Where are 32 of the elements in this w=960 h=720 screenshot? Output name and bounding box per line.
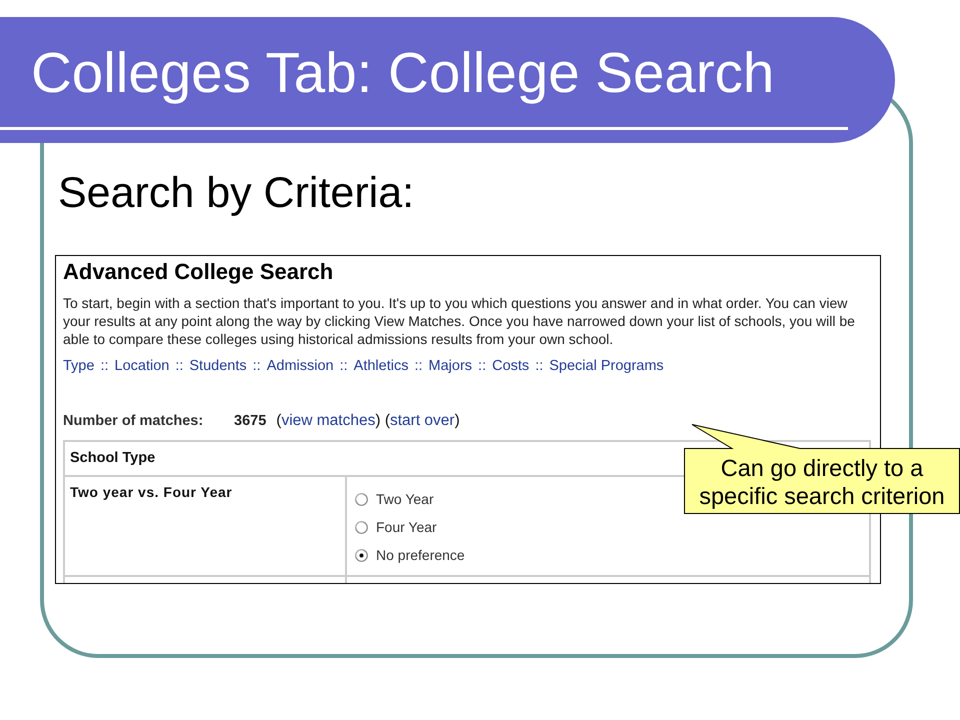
radio-button-icon[interactable] [355,520,368,534]
start-over-link[interactable]: start over [390,412,455,429]
search-heading: Advanced College Search [63,259,334,285]
option-label: Two Year [376,491,434,507]
option-label: No preference [376,547,465,563]
section-link[interactable]: Special Programs [549,357,664,375]
question-label: Two year vs. Four Year [70,484,232,500]
section-link[interactable]: Athletics [354,357,408,375]
slide-title: Colleges Tab: College Search [31,41,774,105]
option-label: Four Year [376,519,437,535]
view-matches-link[interactable]: view matches [281,412,376,429]
matches-label: Number of matches: [63,412,204,430]
section-link[interactable]: Location [114,357,170,375]
nav-separator: :: [252,357,261,375]
nav-separator: :: [100,357,108,375]
section-link[interactable]: Admission [266,357,334,375]
intro-paragraph: To start, begin with a section that's important to you. It's up to you which questions you answer and in what order. You can view your results at any point along the way by clicking View Matches. Once you have narrowed down your list of schools, you will be able to compare these colleges using historical admissions results from your own school. [63,294,855,348]
nav-separator: :: [414,357,423,375]
nav-separator: :: [175,357,184,375]
callout: Can go directly to a specific search criterion [684,424,960,514]
match-actions: (view matches) (start over) [276,412,460,430]
section-link[interactable]: Students [189,357,247,375]
nav-separator: :: [535,357,544,375]
section-link[interactable]: Type [63,357,94,375]
slide-subtitle: Search by Criteria: [58,169,414,217]
nav-separator: :: [478,357,486,375]
radio-button-icon[interactable] [355,548,368,562]
nav-separator: :: [340,357,348,375]
matches-count: 3675 [234,412,266,430]
section-link[interactable]: Majors [428,357,472,375]
section-link[interactable]: Costs [492,357,530,375]
radio-button-icon[interactable] [355,492,368,506]
